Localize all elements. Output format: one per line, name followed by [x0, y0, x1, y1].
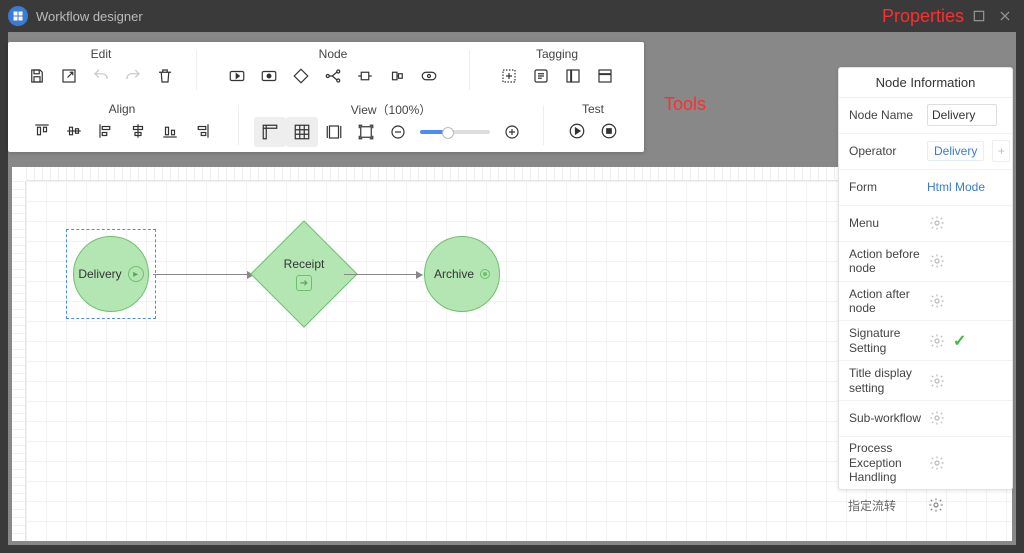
prop-label-node-name: Node Name: [849, 108, 927, 122]
prop-row-stray: 指定流转: [838, 490, 1013, 520]
properties-panel: Node Information Node Name Operator Deli…: [838, 67, 1013, 490]
prop-row-exception: Process Exception Handling: [839, 437, 1012, 489]
prop-row-subworkflow: Sub-workflow: [839, 401, 1012, 437]
signature-settings-button[interactable]: [927, 331, 947, 351]
signature-check-icon: ✓: [953, 331, 966, 351]
prop-row-action-before: Action before node: [839, 242, 1012, 282]
prop-row-title-display: Title display setting: [839, 361, 1012, 401]
close-icon[interactable]: [994, 5, 1016, 27]
prop-row-node-name: Node Name: [839, 98, 1012, 134]
node-receipt-label: Receipt: [284, 257, 325, 271]
start-node-play-icon: ▸: [128, 266, 144, 282]
toolbar-group-edit: Edit: [91, 46, 112, 61]
subprocess-node-icon[interactable]: [381, 61, 413, 91]
redo-icon[interactable]: [117, 61, 149, 91]
prop-label-action-after: Action after node: [849, 287, 927, 316]
align-bottom-icon[interactable]: [154, 116, 186, 146]
zoom-out-icon[interactable]: [382, 117, 414, 147]
grid-toggle-icon[interactable]: [286, 117, 318, 147]
subworkflow-settings-button[interactable]: [927, 408, 947, 428]
prop-row-menu: Menu: [839, 206, 1012, 242]
node-name-input[interactable]: [927, 104, 997, 126]
prop-row-signature: Signature Setting ✓: [839, 321, 1012, 361]
node-receipt[interactable]: Receipt ➜: [250, 220, 357, 327]
prop-label-form: Form: [849, 180, 927, 194]
title-display-settings-button[interactable]: [927, 371, 947, 391]
toolbar-group-node: Node: [319, 46, 348, 61]
prop-label-operator: Operator: [849, 144, 927, 158]
stop-test-icon[interactable]: [593, 116, 625, 146]
loop-node-icon[interactable]: [413, 61, 445, 91]
toolbar-group-tagging: Tagging: [536, 46, 578, 61]
stray-settings-button[interactable]: [926, 495, 946, 515]
zoom-slider[interactable]: [420, 130, 490, 134]
end-node-icon[interactable]: [253, 61, 285, 91]
prop-row-form: Form Html Mode: [839, 170, 1012, 206]
tag-hlane-icon[interactable]: [589, 61, 621, 91]
tag-text-icon[interactable]: [525, 61, 557, 91]
node-delivery-label: Delivery: [78, 267, 121, 281]
fit-screen-icon[interactable]: [350, 117, 382, 147]
prop-row-action-after: Action after node: [839, 282, 1012, 322]
form-mode-link[interactable]: Html Mode: [927, 180, 985, 194]
save-icon[interactable]: [21, 61, 53, 91]
prop-label-menu: Menu: [849, 216, 927, 230]
end-node-dot-icon: [480, 269, 490, 279]
run-test-icon[interactable]: [561, 116, 593, 146]
align-vcenter-icon[interactable]: [58, 116, 90, 146]
align-right-icon[interactable]: [186, 116, 218, 146]
prop-row-operator: Operator Delivery +: [839, 134, 1012, 170]
decision-node-icon[interactable]: [285, 61, 317, 91]
edge-delivery-receipt[interactable]: [153, 274, 253, 275]
app-logo-icon: [8, 6, 28, 26]
tag-vlane-icon[interactable]: [557, 61, 589, 91]
start-node-icon[interactable]: [221, 61, 253, 91]
ruler-vertical: [12, 181, 26, 541]
task-node-icon[interactable]: [349, 61, 381, 91]
content-frame: Tools Edit Node: [8, 32, 1016, 545]
properties-panel-title: Node Information: [839, 68, 1012, 98]
toolbar-group-test: Test: [582, 101, 604, 116]
toolbar-group-view: View（100%）: [351, 101, 432, 117]
operator-tag[interactable]: Delivery: [927, 141, 984, 161]
toolbar-group-align: Align: [109, 101, 136, 116]
prop-label-action-before: Action before node: [849, 247, 927, 276]
delete-icon[interactable]: [149, 61, 181, 91]
title-bar: Workflow designer: [0, 0, 1024, 32]
action-after-settings-button[interactable]: [927, 291, 947, 311]
branch-node-icon[interactable]: [317, 61, 349, 91]
align-hcenter-icon[interactable]: [122, 116, 154, 146]
receipt-node-icon: ➜: [296, 275, 312, 291]
app-title: Workflow designer: [36, 9, 143, 24]
operator-add-button[interactable]: +: [992, 140, 1010, 162]
prop-label-signature: Signature Setting: [849, 326, 927, 355]
prop-label-exception: Process Exception Handling: [849, 441, 927, 484]
annotation-tools: Tools: [664, 94, 706, 115]
maximize-icon[interactable]: [968, 5, 990, 27]
prop-label-title-display: Title display setting: [849, 366, 927, 395]
align-top-icon[interactable]: [26, 116, 58, 146]
exception-settings-button[interactable]: [927, 453, 947, 473]
export-icon[interactable]: [53, 61, 85, 91]
edge-receipt-archive[interactable]: [344, 274, 422, 275]
menu-settings-button[interactable]: [927, 213, 947, 233]
fit-width-icon[interactable]: [318, 117, 350, 147]
undo-icon[interactable]: [85, 61, 117, 91]
prop-label-subworkflow: Sub-workflow: [849, 411, 927, 425]
node-delivery[interactable]: Delivery ▸: [73, 236, 149, 312]
zoom-in-icon[interactable]: [496, 117, 528, 147]
tag-select-icon[interactable]: [493, 61, 525, 91]
align-left-icon[interactable]: [90, 116, 122, 146]
toolbar: Edit Node: [8, 42, 644, 152]
node-archive[interactable]: Archive: [424, 236, 500, 312]
action-before-settings-button[interactable]: [927, 251, 947, 271]
node-archive-label: Archive: [434, 267, 474, 281]
prop-label-stray: 指定流转: [848, 497, 926, 514]
ruler-toggle-icon[interactable]: [254, 117, 286, 147]
